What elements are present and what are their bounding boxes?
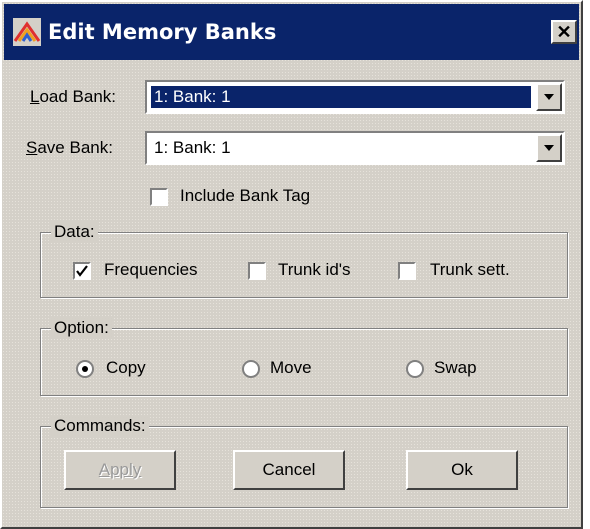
cancel-button[interactable]: Cancel [233, 450, 345, 490]
checkmark-icon [76, 265, 88, 277]
include-bank-tag-label: Include Bank Tag [180, 186, 311, 205]
trunk-ids-label: Trunk id's [278, 260, 351, 279]
title-bar[interactable]: Edit Memory Banks ✕ [4, 4, 579, 60]
commands-group-title: Commands: [51, 416, 149, 436]
app-icon [12, 17, 42, 47]
load-bank-select[interactable]: 1: Bank: 1 [145, 80, 565, 114]
window-title: Edit Memory Banks [48, 20, 277, 44]
trunk-sett-label: Trunk sett. [430, 260, 510, 279]
swap-label: Swap [434, 358, 477, 377]
frequencies-label: Frequencies [104, 260, 198, 279]
chevron-down-icon[interactable] [536, 83, 562, 111]
radio-selected-dot [82, 366, 88, 372]
chevron-down-icon[interactable] [536, 134, 562, 162]
include-bank-tag-checkbox[interactable] [150, 188, 168, 206]
save-bank-select[interactable]: 1: Bank: 1 [145, 131, 565, 165]
load-bank-label: Load Bank: [30, 87, 117, 106]
move-label: Move [270, 358, 312, 377]
save-bank-value: 1: Bank: 1 [154, 138, 231, 157]
load-bank-value: 1: Bank: 1 [151, 86, 531, 108]
trunk-ids-checkbox[interactable] [248, 262, 266, 280]
frequencies-checkbox[interactable] [73, 262, 91, 280]
move-radio[interactable] [242, 360, 260, 378]
trunk-sett-checkbox[interactable] [398, 262, 416, 280]
edit-memory-banks-dialog: Edit Memory Banks ✕ Load Bank: 1: Bank: … [0, 0, 583, 529]
close-icon[interactable]: ✕ [551, 20, 577, 44]
data-group-title: Data: [51, 222, 98, 242]
apply-button[interactable]: Apply [64, 450, 176, 490]
copy-label: Copy [106, 358, 146, 377]
ok-button[interactable]: Ok [406, 450, 518, 490]
swap-radio[interactable] [406, 360, 424, 378]
save-bank-label: Save Bank: [26, 138, 113, 157]
option-group-title: Option: [51, 318, 112, 338]
copy-radio[interactable] [76, 360, 94, 378]
